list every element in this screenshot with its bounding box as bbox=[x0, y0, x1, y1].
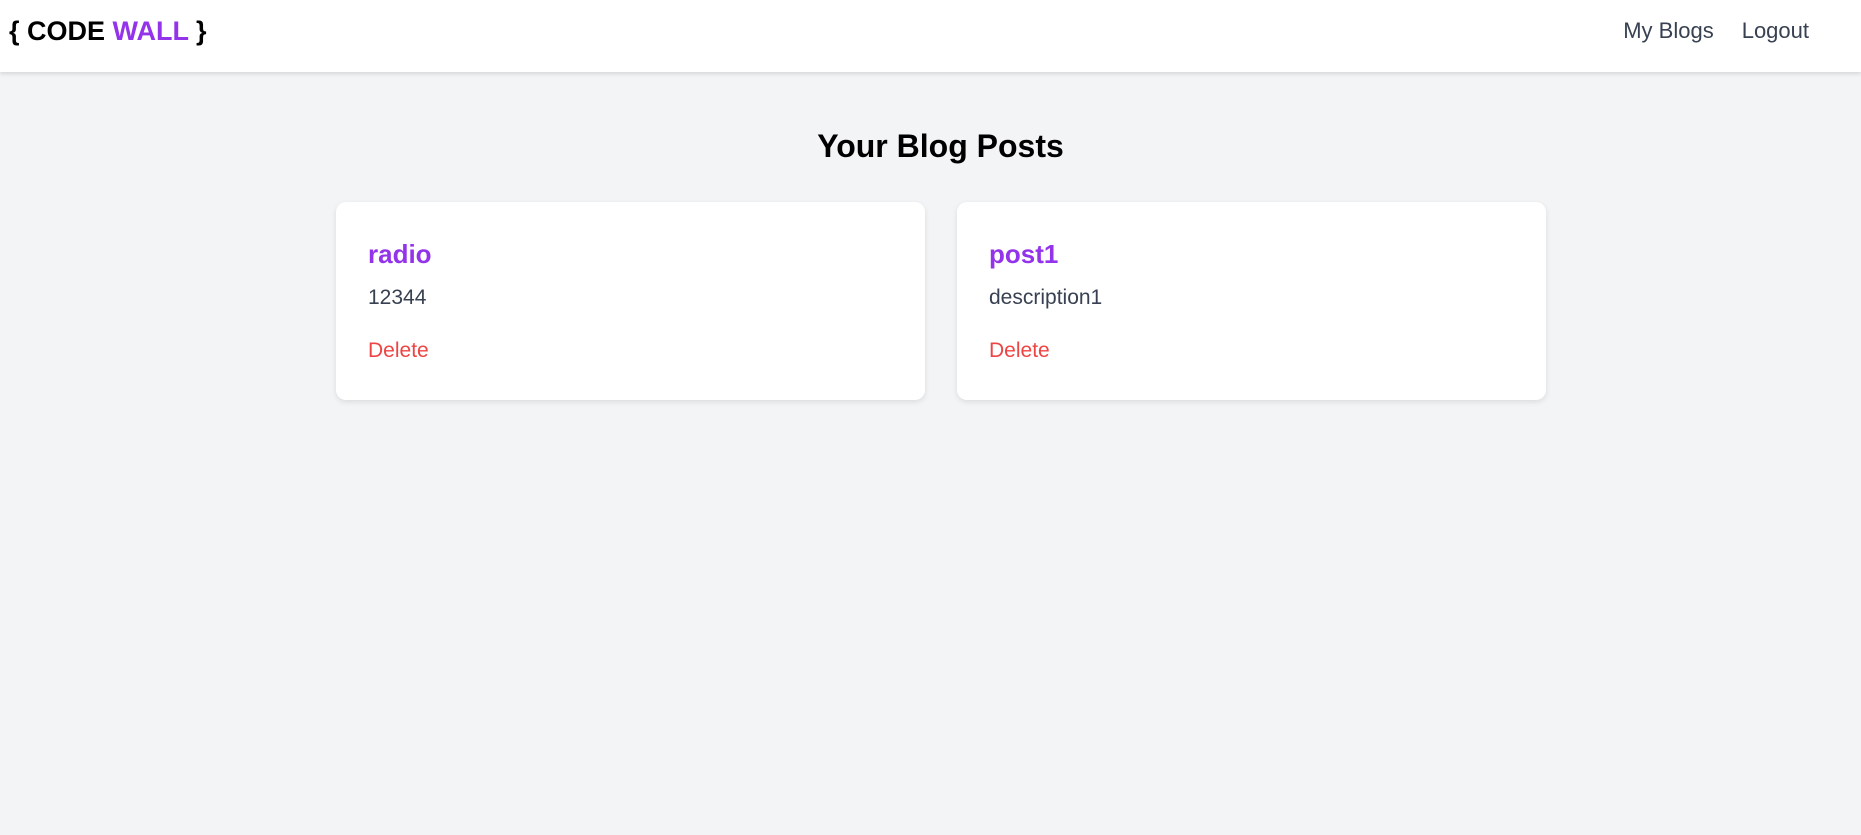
post-title[interactable]: post1 bbox=[989, 238, 1514, 270]
blog-post-card: radio 12344 Delete bbox=[336, 202, 925, 400]
top-navbar: { CODE WALL } My Blogs Logout bbox=[0, 0, 1861, 72]
blog-post-list: radio 12344 Delete post1 description1 De… bbox=[336, 202, 1546, 400]
logo-close-brace: } bbox=[188, 16, 207, 46]
post-description: 12344 bbox=[368, 286, 427, 309]
nav-links: My Blogs Logout bbox=[1623, 18, 1809, 44]
logo-code-text: CODE bbox=[27, 16, 113, 46]
post-description: description1 bbox=[989, 286, 1103, 309]
logo-wall-text: WALL bbox=[112, 16, 189, 46]
logo-open-brace: { bbox=[9, 16, 28, 46]
nav-link-logout[interactable]: Logout bbox=[1742, 18, 1809, 44]
nav-link-my-blogs[interactable]: My Blogs bbox=[1623, 18, 1713, 44]
page-title: Your Blog Posts bbox=[817, 128, 1064, 164]
delete-post-button[interactable]: Delete bbox=[989, 338, 1050, 364]
delete-post-button[interactable]: Delete bbox=[368, 338, 429, 364]
blog-post-card: post1 description1 Delete bbox=[957, 202, 1546, 400]
site-logo[interactable]: { CODE WALL } bbox=[9, 16, 207, 47]
post-title[interactable]: radio bbox=[368, 238, 893, 270]
